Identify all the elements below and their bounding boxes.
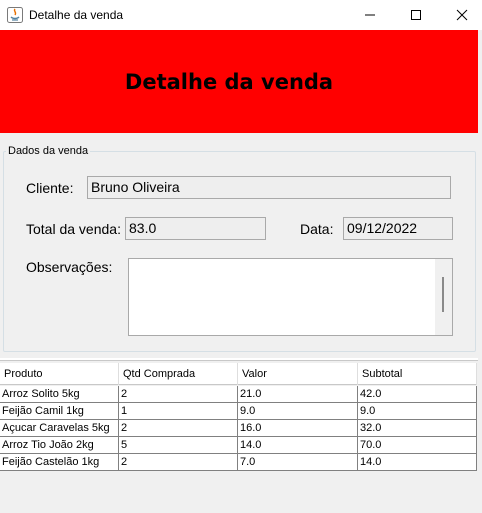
cell-qtd[interactable]: 1 (119, 403, 238, 420)
title-bar: Detalhe da venda (0, 0, 482, 30)
close-button[interactable] (439, 0, 482, 30)
maximize-icon (411, 10, 421, 20)
close-icon (456, 9, 468, 21)
cell-qtd[interactable]: 2 (119, 386, 238, 403)
cell-valor[interactable]: 16.0 (238, 420, 358, 437)
window-right-edge (478, 30, 482, 513)
cell-valor[interactable]: 7.0 (238, 454, 358, 471)
page-title: Detalhe da venda (124, 69, 334, 94)
table-row[interactable]: Arroz Tio João 2kg 5 14.0 70.0 (0, 437, 477, 454)
cell-valor[interactable]: 9.0 (238, 403, 358, 420)
cell-valor[interactable]: 14.0 (238, 437, 358, 454)
cliente-field[interactable]: Bruno Oliveira (87, 176, 451, 199)
cell-produto[interactable]: Feijão Castelão 1kg (0, 454, 119, 471)
table-row[interactable]: Açucar Caravelas 5kg 2 16.0 32.0 (0, 420, 477, 437)
header-banner: Detalhe da venda (0, 30, 482, 133)
cell-produto[interactable]: Arroz Tio João 2kg (0, 437, 119, 454)
observacoes-scrollbar[interactable] (435, 259, 452, 335)
total-label: Total da venda: (26, 221, 121, 237)
sale-details-panel: Dados da venda Cliente: Bruno Oliveira T… (0, 133, 478, 358)
cell-subtotal[interactable]: 70.0 (358, 437, 477, 454)
maximize-button[interactable] (393, 0, 439, 30)
total-field[interactable]: 83.0 (125, 217, 266, 240)
table-row[interactable]: Arroz Solito 5kg 2 21.0 42.0 (0, 386, 477, 403)
cell-produto[interactable]: Arroz Solito 5kg (0, 386, 119, 403)
cell-qtd[interactable]: 2 (119, 454, 238, 471)
column-header-qtd-comprada[interactable]: Qtd Comprada (119, 363, 238, 385)
cell-subtotal[interactable]: 32.0 (358, 420, 477, 437)
java-app-icon (7, 7, 23, 23)
table-header: Produto Qtd Comprada Valor Subtotal (0, 363, 477, 385)
table-row[interactable]: Feijão Camil 1kg 1 9.0 9.0 (0, 403, 477, 420)
column-header-produto[interactable]: Produto (0, 363, 119, 385)
cell-subtotal[interactable]: 14.0 (358, 454, 477, 471)
column-header-subtotal[interactable]: Subtotal (358, 363, 477, 385)
data-label: Data: (300, 221, 334, 237)
cliente-label: Cliente: (26, 180, 74, 196)
items-table: Produto Qtd Comprada Valor Subtotal Arro… (0, 360, 478, 513)
table-row[interactable]: Feijão Castelão 1kg 2 7.0 14.0 (0, 454, 477, 471)
cell-produto[interactable]: Açucar Caravelas 5kg (0, 420, 119, 437)
cell-subtotal[interactable]: 9.0 (358, 403, 477, 420)
cell-qtd[interactable]: 5 (119, 437, 238, 454)
minimize-icon (365, 14, 375, 16)
column-header-valor[interactable]: Valor (238, 363, 358, 385)
observacoes-textarea[interactable] (128, 258, 453, 336)
minimize-button[interactable] (347, 0, 393, 30)
cell-subtotal[interactable]: 42.0 (358, 386, 477, 403)
cell-produto[interactable]: Feijão Camil 1kg (0, 403, 119, 420)
observacoes-label: Observações: (26, 259, 113, 275)
window-title: Detalhe da venda (29, 8, 124, 22)
cell-valor[interactable]: 21.0 (238, 386, 358, 403)
group-title: Dados da venda (6, 145, 91, 158)
scrollbar-thumb[interactable] (442, 277, 444, 312)
cell-qtd[interactable]: 2 (119, 420, 238, 437)
data-field[interactable]: 09/12/2022 (343, 217, 453, 240)
